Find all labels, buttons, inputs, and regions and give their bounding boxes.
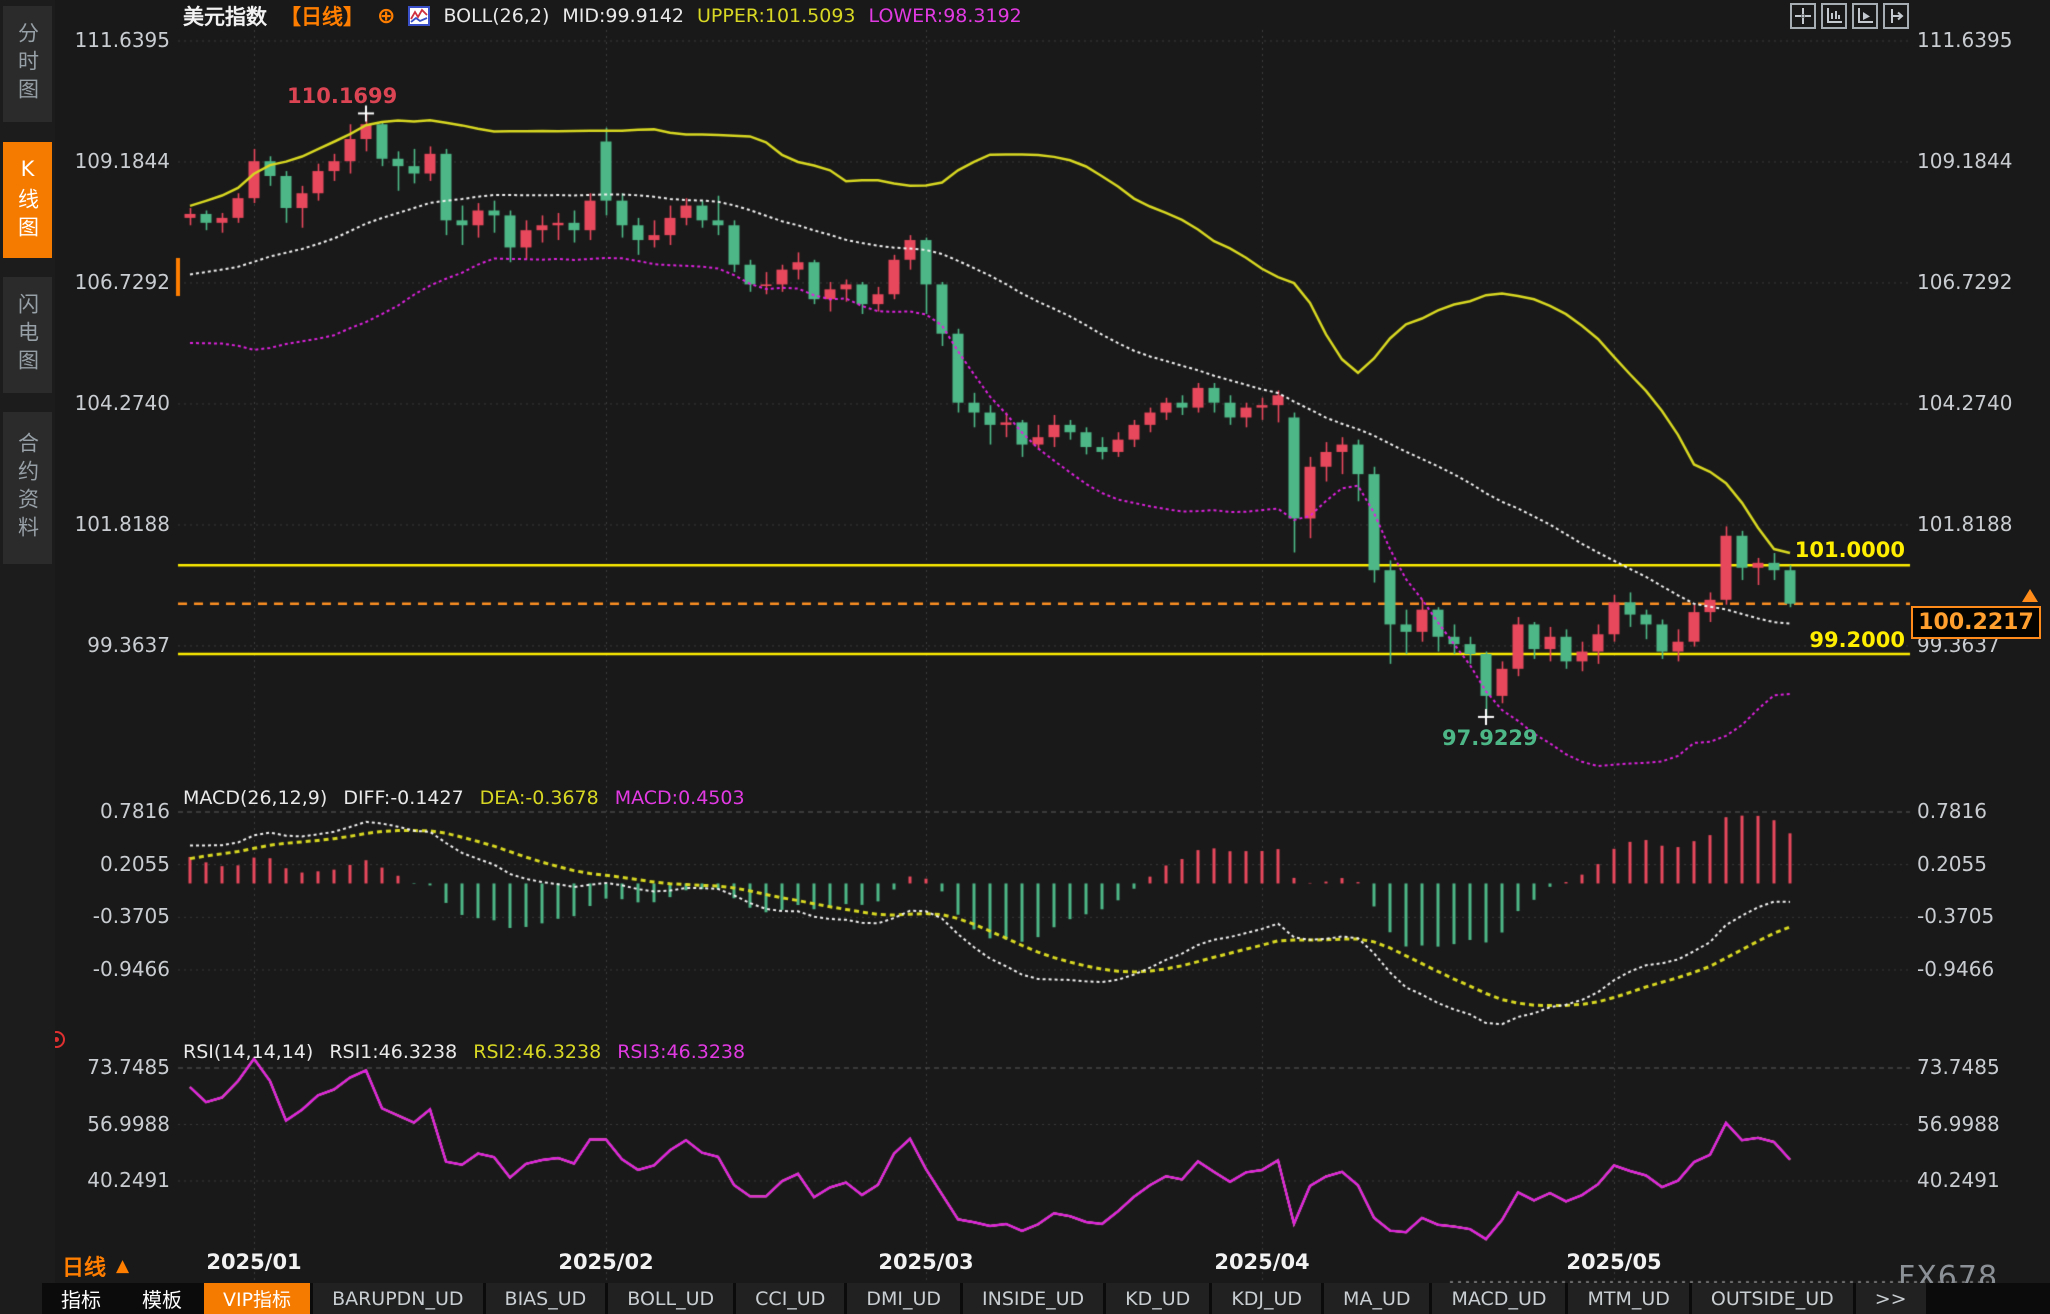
axis-scale-icon[interactable]	[1821, 3, 1847, 29]
tab-mtm_ud[interactable]: MTM_UD	[1568, 1283, 1688, 1314]
rsi1-value: RSI1:46.3238	[329, 1041, 457, 1063]
x-axis-month-label: 2025/05	[1566, 1250, 1661, 1274]
y-axis-label: 109.1844	[58, 149, 170, 173]
period-selector[interactable]: 日线 ▲	[62, 1250, 129, 1282]
rsi2-value: RSI2:46.3238	[473, 1041, 601, 1063]
boll-upper-value: UPPER:101.5093	[697, 5, 856, 27]
sidebar-item-0[interactable]: 分时图	[3, 6, 52, 122]
tab-barupdn_ud[interactable]: BARUPDN_UD	[313, 1283, 482, 1314]
rsi-title[interactable]: RSI(14,14,14)	[183, 1041, 313, 1063]
x-axis-month-label: 2025/02	[558, 1250, 653, 1274]
price-chart-canvas[interactable]	[0, 0, 2050, 1314]
chart-toolbar	[1790, 3, 1909, 29]
marked-high-label: 110.1699	[287, 84, 397, 108]
y-axis-label: 0.7816	[1917, 799, 2029, 823]
macd-pane-header: MACD(26,12,9) DIFF:-0.1427 DEA:-0.3678 M…	[183, 787, 745, 809]
crosshair-move-icon[interactable]	[1790, 3, 1816, 29]
y-axis-label: -0.3705	[58, 904, 170, 928]
y-axis-label: 0.2055	[58, 852, 170, 876]
y-axis-label: 104.2740	[58, 391, 170, 415]
y-axis-label: 56.9988	[1917, 1112, 2029, 1136]
tab-kdj_ud[interactable]: KDJ_UD	[1212, 1283, 1321, 1314]
y-axis-label: 111.6395	[58, 28, 170, 52]
indicator-tab-bar: 指标模板VIP指标BARUPDN_UDBIAS_UDBOLL_UDCCI_UDD…	[42, 1283, 2050, 1314]
rsi-pane-header: RSI(14,14,14) RSI1:46.3238 RSI2:46.3238 …	[183, 1041, 745, 1063]
macd-diff-value: DIFF:-0.1427	[343, 787, 463, 809]
rsi3-value: RSI3:46.3238	[617, 1041, 745, 1063]
y-axis-label: 101.8188	[1917, 512, 2029, 536]
tab-outside_ud[interactable]: OUTSIDE_UD	[1692, 1283, 1853, 1314]
y-axis-label: 56.9988	[58, 1112, 170, 1136]
period-tag[interactable]: 【日线】	[280, 1, 364, 31]
y-axis-label: -0.9466	[58, 957, 170, 981]
sidebar-item-2[interactable]: 闪电图	[3, 277, 52, 393]
y-axis-label: 106.7292	[1917, 270, 2029, 294]
y-axis-label: 104.2740	[1917, 391, 2029, 415]
y-axis-label: 40.2491	[58, 1168, 170, 1192]
tab-macd_ud[interactable]: MACD_UD	[1432, 1283, 1565, 1314]
macd-macd-value: MACD:0.4503	[615, 787, 745, 809]
tab-bias_ud[interactable]: BIAS_UD	[486, 1283, 606, 1314]
y-axis-label: 40.2491	[1917, 1168, 2029, 1192]
x-axis-month-label: 2025/03	[878, 1250, 973, 1274]
tab-[interactable]: >>	[1856, 1283, 1926, 1314]
x-axis-month-label: 2025/01	[206, 1250, 301, 1274]
pan-right-icon[interactable]	[1883, 3, 1909, 29]
y-axis-label: 99.3637	[58, 633, 170, 657]
tab-kd_ud[interactable]: KD_UD	[1106, 1283, 1209, 1314]
y-axis-label: 111.6395	[1917, 28, 2029, 52]
tab-inside_ud[interactable]: INSIDE_UD	[963, 1283, 1103, 1314]
circle-plus-icon[interactable]: ⊕	[377, 4, 395, 29]
last-price-tag[interactable]: 100.2217	[1911, 606, 2041, 639]
y-axis-label: 73.7485	[58, 1055, 170, 1079]
axis-play-icon[interactable]	[1852, 3, 1878, 29]
instrument-title: 美元指数	[183, 1, 267, 31]
resistance-line-label: 101.0000	[1700, 538, 1905, 562]
chart-type-sidebar: 分时图 K线图闪电图合约资料	[0, 0, 55, 1314]
tab-cci_ud[interactable]: CCI_UD	[736, 1283, 844, 1314]
tab-指标[interactable]: 指标	[42, 1283, 120, 1314]
y-axis-label: -0.9466	[1917, 957, 2029, 981]
triangle-up-icon: ▲	[116, 1256, 129, 1276]
tab-模板[interactable]: 模板	[123, 1283, 201, 1314]
boll-indicator-label[interactable]: BOLL(26,2)	[443, 5, 549, 27]
y-axis-label: -0.3705	[1917, 904, 2029, 928]
boll-mid-value: MID:99.9142	[562, 5, 684, 27]
support-line-label: 99.2000	[1700, 628, 1905, 652]
tab-ma_ud[interactable]: MA_UD	[1324, 1283, 1429, 1314]
macd-title[interactable]: MACD(26,12,9)	[183, 787, 327, 809]
macd-dea-value: DEA:-0.3678	[480, 787, 599, 809]
y-axis-label: 0.7816	[58, 799, 170, 823]
sidebar-item-3[interactable]: 合约资料	[3, 412, 52, 564]
sidebar-item-1[interactable]: K线图	[3, 142, 52, 258]
y-axis-label: 106.7292	[58, 270, 170, 294]
period-selector-label: 日线	[62, 1250, 106, 1282]
boll-lower-value: LOWER:98.3192	[869, 5, 1022, 27]
y-axis-label: 101.8188	[58, 512, 170, 536]
y-axis-label: 0.2055	[1917, 852, 2029, 876]
tab-boll_ud[interactable]: BOLL_UD	[608, 1283, 733, 1314]
mini-chart-icon	[408, 6, 430, 26]
tab-vip指标[interactable]: VIP指标	[204, 1283, 310, 1314]
y-axis-label: 73.7485	[1917, 1055, 2029, 1079]
x-axis-month-label: 2025/04	[1214, 1250, 1309, 1274]
tab-dmi_ud[interactable]: DMI_UD	[847, 1283, 960, 1314]
scroll-to-latest-icon[interactable]	[2022, 589, 2038, 602]
y-axis-label: 109.1844	[1917, 149, 2029, 173]
marked-low-label: 97.9229	[1442, 726, 1532, 750]
chart-header: 美元指数 【日线】 ⊕ BOLL(26,2) MID:99.9142 UPPER…	[183, 3, 1022, 29]
trading-app-window: 分时图 K线图闪电图合约资料 美元指数 【日线】 ⊕ BOLL(26,2) MID…	[0, 0, 2050, 1314]
